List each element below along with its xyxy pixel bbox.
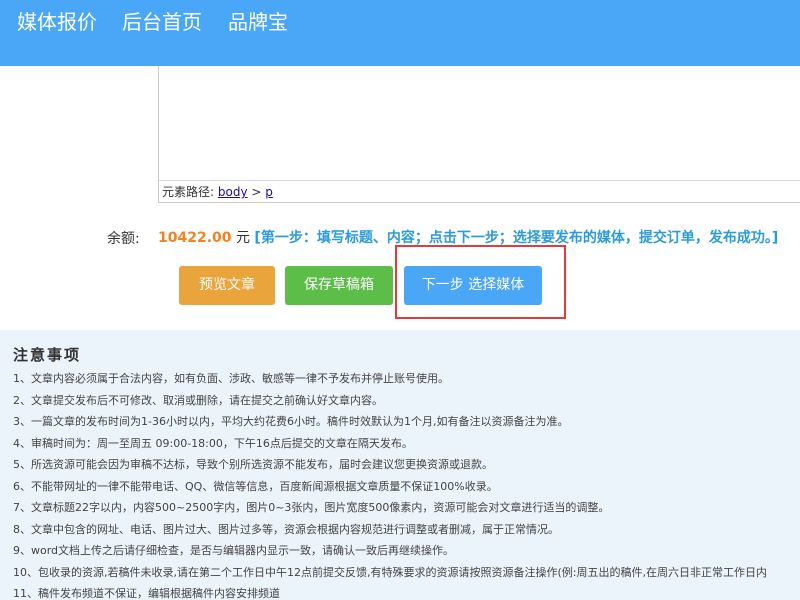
notice-item: 1、文章内容必须属于合法内容，如有负面、涉政、敏感等一律不予发布并停止账号使用。 [13, 372, 449, 385]
notice-panel: 注意事项 1、文章内容必须属于合法内容，如有负面、涉政、敏感等一律不予发布并停止… [0, 330, 800, 600]
notice-item: 5、所选资源可能会因为审稿不达标，导致个别所选资源不能发布，届时会建议您更换资源… [13, 458, 493, 471]
notice-item: 10、包收录的资源,若稿件未收录,请在第二个工作日中午12点前提交反馈,有特殊要… [13, 565, 767, 579]
element-path-bar: 元素路径: body > p [159, 180, 800, 202]
element-path-body-link[interactable]: body [218, 185, 248, 199]
nav-media-pricing[interactable]: 媒体报价 [17, 6, 97, 35]
element-path-p-link[interactable]: p [265, 185, 273, 199]
highlight-box [395, 245, 566, 319]
save-draft-button[interactable]: 保存草稿箱 [285, 266, 393, 305]
balance-label: 余额: [107, 231, 140, 247]
nav-brand-bao[interactable]: 品牌宝 [228, 6, 288, 35]
notice-item: 9、word文档上传之后请仔细检查，是否与编辑器内显示一致，请确认一致后再继续操… [13, 544, 455, 557]
notice-list: 1、文章内容必须属于合法内容，如有负面、涉政、敏感等一律不予发布并停止账号使用。… [13, 368, 800, 600]
notice-title: 注意事项 [13, 346, 82, 364]
notice-item: 2、文章提交发布后不可修改、取消或删除，请在提交之前确认好文章内容。 [13, 393, 383, 407]
nav-admin-home[interactable]: 后台首页 [122, 6, 202, 35]
notice-item: 8、文章中包含的网址、电话、图片过大、图片过多等，资源会根据内容规范进行调整或者… [13, 522, 559, 536]
notice-item: 3、一篇文章的发布时间为1-36小时以内，平均大约花费6小时。稿件时效默认为1个… [13, 415, 569, 428]
rich-text-editor[interactable]: 元素路径: body > p [158, 66, 800, 203]
notice-item: 7、文章标题22字以内，内容500~2500字内，图片0~3张内，图片宽度500… [13, 501, 610, 514]
notice-item: 6、不能带网址的一律不能带电话、QQ、微信等信息，百度新闻源根据文章质量不保证1… [13, 479, 498, 493]
balance-unit: 元 [235, 230, 250, 246]
step-instructions: [第一步：填写标题、内容；点击下一步；选择要发布的媒体，提交订单，发布成功。] [254, 230, 779, 246]
balance-line: 10422.00 元 [第一步：填写标题、内容；点击下一步；选择要发布的媒体，提… [158, 227, 778, 247]
element-path-separator: > [251, 185, 262, 199]
notice-item: 11、稿件发布频道不保证，编辑根据稿件内容安排频道 [13, 587, 280, 600]
balance-amount: 10422.00 [158, 230, 232, 246]
element-path-label: 元素路径: [162, 185, 215, 199]
preview-article-button[interactable]: 预览文章 [179, 266, 275, 305]
top-navigation-bar: 媒体报价 后台首页 品牌宝 [0, 0, 800, 66]
notice-item: 4、审稿时间为：周一至周五 09:00-18:00，下午16点后提交的文章在隔天… [13, 436, 413, 450]
